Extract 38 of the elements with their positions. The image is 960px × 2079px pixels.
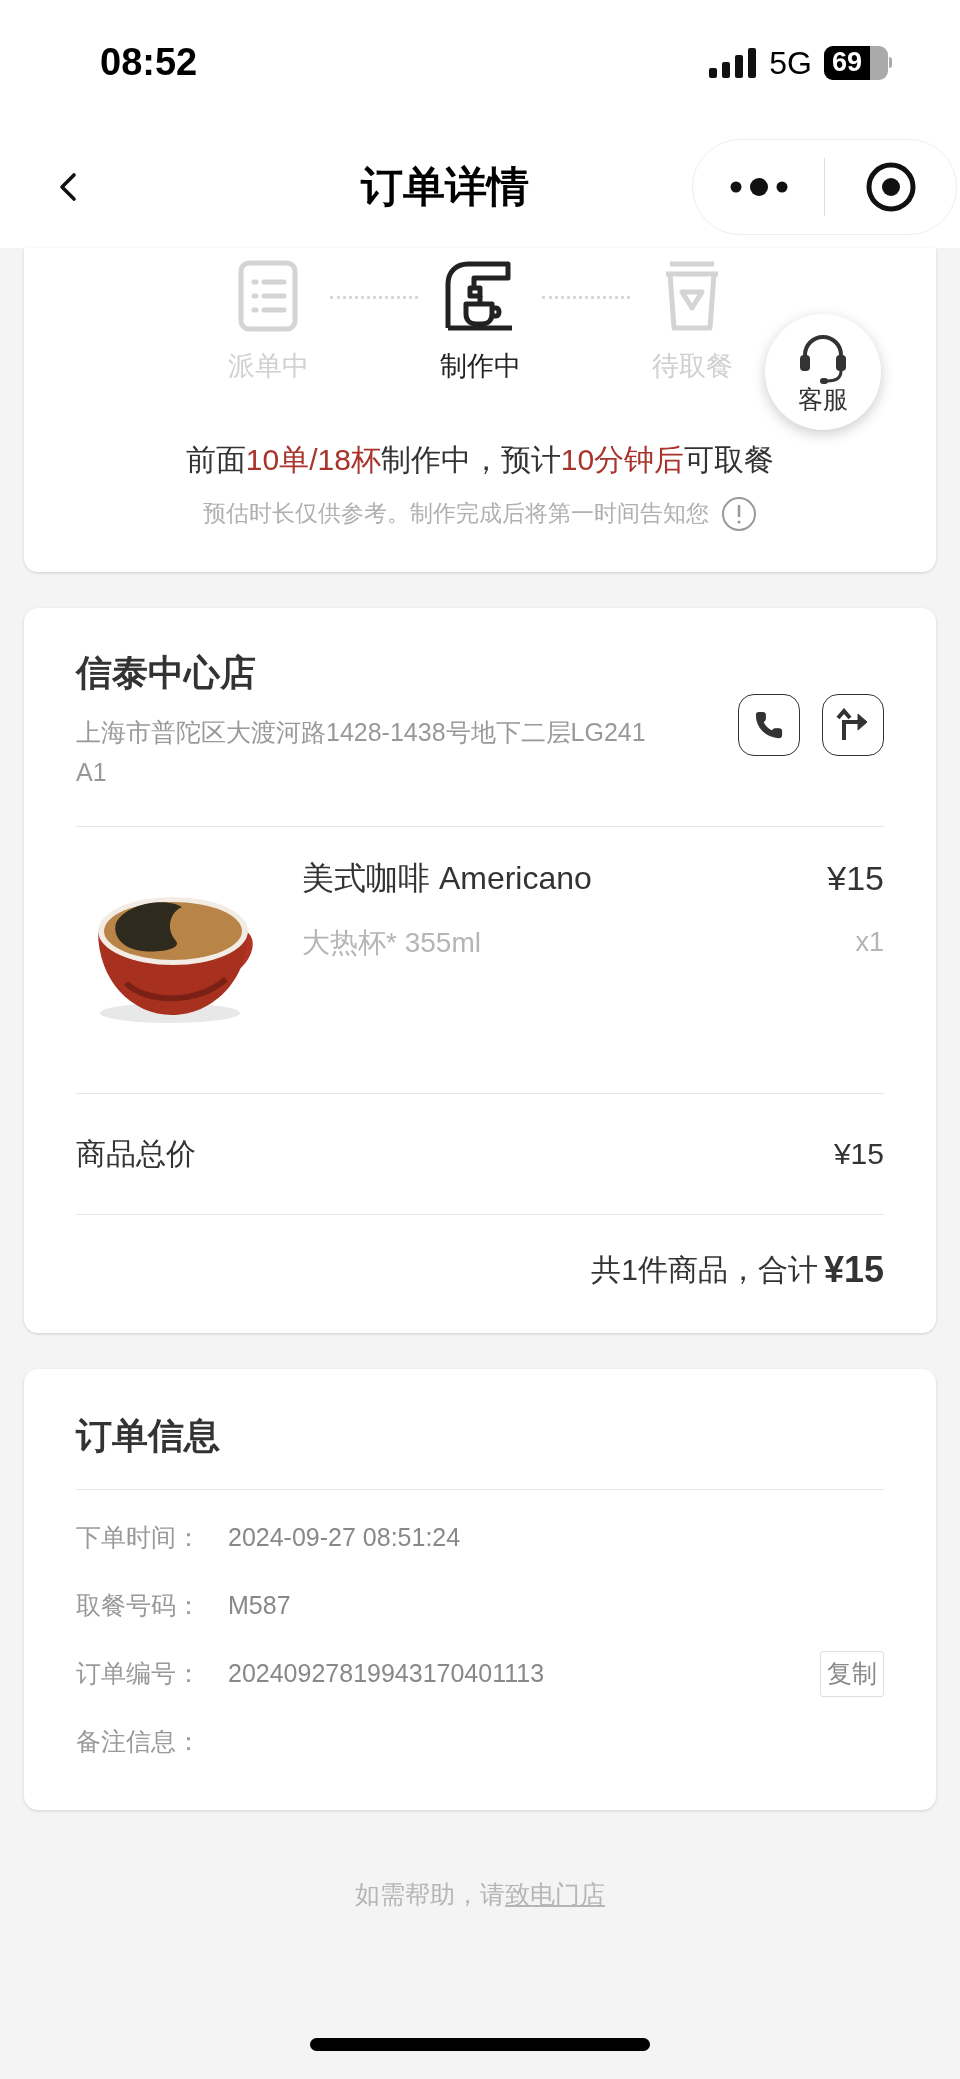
signal-icon (709, 47, 758, 78)
copy-button[interactable]: 复制 (820, 1650, 884, 1697)
directions-button[interactable] (822, 693, 884, 756)
call-store-link[interactable]: 致电门店 (505, 1879, 605, 1908)
close-icon[interactable] (864, 160, 917, 213)
info-value: 20240927819943170401113 (228, 1657, 545, 1689)
subtotal-value: ¥15 (833, 1136, 884, 1172)
info-value: M587 (228, 1589, 291, 1621)
info-label: 下单时间： (76, 1521, 202, 1553)
info-label: 备注信息： (76, 1725, 202, 1757)
section-title: 订单信息 (76, 1414, 220, 1456)
list-icon (238, 260, 298, 332)
help-text: 如需帮助，请致电门店 (355, 1878, 605, 1910)
info-label: 取餐号码： (76, 1589, 202, 1621)
subtotal-label: 商品总价 (76, 1136, 196, 1172)
store-name: 信泰中心店 (76, 650, 257, 695)
phone-button[interactable] (738, 693, 800, 756)
product-price: ¥15 (827, 857, 884, 899)
product-spec: 大热杯* 355ml (302, 925, 481, 960)
customer-service-button[interactable]: 客服 (765, 314, 881, 430)
more-icon[interactable] (729, 176, 788, 197)
product-name: 美式咖啡 Americano (302, 859, 592, 898)
estimate-note: 预估时长仅供参考。制作完成后将第一时间告知您 (203, 499, 709, 529)
status-time: 08:52 (100, 40, 198, 85)
page-title: 订单详情 (359, 162, 530, 212)
phone-icon (754, 709, 784, 740)
info-value: 2024-09-27 08:51:24 (228, 1521, 461, 1553)
network-label: 5G (769, 43, 812, 83)
turn-arrow-icon (836, 707, 870, 742)
total-summary: 共1件商品，合计 (591, 1252, 818, 1288)
step-label: 制作中 (439, 350, 521, 383)
estimate-text: 前面10单/18杯制作中，预计10分钟后可取餐 (184, 441, 776, 478)
headset-icon (798, 332, 848, 385)
info-icon[interactable] (721, 495, 757, 532)
total-value: ¥15 (823, 1247, 884, 1292)
product-quantity: x1 (855, 926, 884, 960)
info-label: 订单编号： (76, 1657, 202, 1689)
store-address: 上海市普陀区大渡河路1428-1438号地下二层LG241A1 (76, 716, 646, 788)
